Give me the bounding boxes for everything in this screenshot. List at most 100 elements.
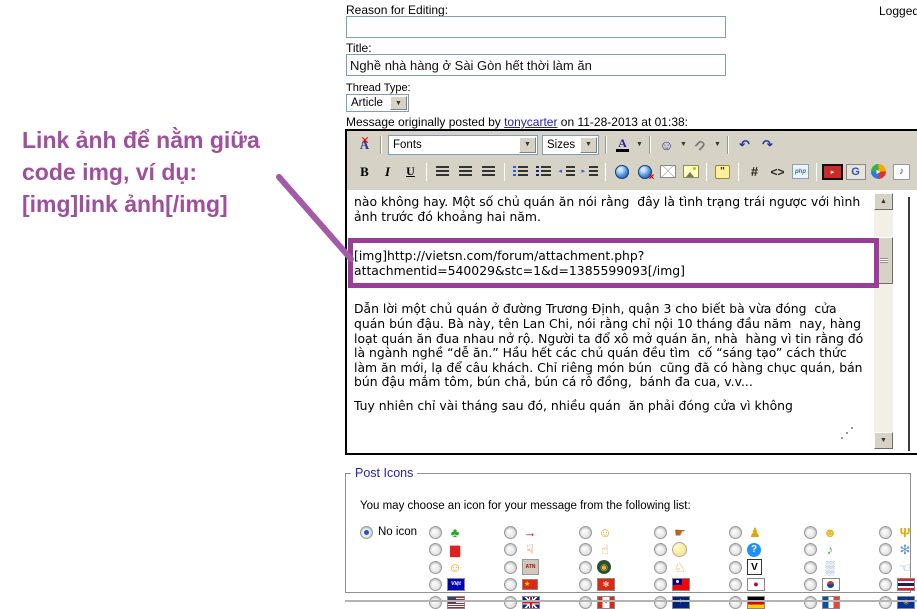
post-icon-option[interactable]: ✻ — [879, 542, 913, 558]
scroll-down-icon[interactable]: ▼ — [874, 432, 893, 449]
post-icon-radio[interactable] — [804, 596, 817, 609]
post-icon-option[interactable]: ◉ — [579, 559, 611, 575]
author-link[interactable]: tonycarter — [504, 115, 557, 129]
post-icon-radio[interactable] — [579, 596, 592, 609]
post-icon-option[interactable]: ★ — [504, 577, 538, 593]
post-icon-radio[interactable] — [504, 561, 517, 574]
post-icon-radio[interactable] — [654, 578, 667, 591]
quote-button[interactable]: " — [712, 161, 733, 182]
align-right-button[interactable] — [478, 161, 499, 182]
html-button[interactable]: <> — [767, 161, 788, 182]
post-icon-option[interactable]: ☺ — [579, 524, 613, 540]
post-icon-option[interactable] — [654, 577, 690, 593]
code-button[interactable]: # — [744, 161, 765, 182]
outdent-button[interactable]: ◂ — [556, 161, 577, 182]
post-icon-option[interactable]: ☝ — [579, 542, 613, 558]
post-icon-option[interactable]: ☻ — [804, 524, 838, 540]
editor-textarea[interactable]: nào không hay. Một số chủ quán ăn nói rằ… — [354, 193, 871, 453]
music-button[interactable]: ♪ — [891, 161, 912, 182]
post-icon-radio[interactable] — [654, 561, 667, 574]
post-icon-option[interactable]: ? — [729, 542, 761, 558]
post-icon-radio[interactable] — [579, 543, 592, 556]
post-icon-option[interactable]: V — [729, 559, 762, 575]
font-select[interactable]: Fonts▼ — [388, 135, 538, 155]
post-icon-radio[interactable] — [879, 578, 892, 591]
post-icon-radio[interactable] — [879, 543, 892, 556]
post-icon-option[interactable]: ▆ — [429, 542, 463, 558]
post-icon-radio[interactable] — [729, 543, 742, 556]
underline-button[interactable]: U — [400, 161, 421, 182]
post-icon-option[interactable]: → — [504, 524, 538, 540]
post-icon-radio[interactable] — [804, 578, 817, 591]
attachment-button[interactable]: U — [690, 134, 711, 155]
insert-image-button[interactable] — [680, 161, 701, 182]
undo-button[interactable]: ↶ — [734, 134, 755, 155]
post-icon-radio[interactable] — [504, 578, 517, 591]
post-icon-radio[interactable] — [804, 526, 817, 539]
editor-scrollbar[interactable]: ▲ ▼ — [874, 193, 893, 449]
post-icon-radio[interactable] — [729, 578, 742, 591]
php-button[interactable]: php — [790, 161, 811, 182]
chevron-down-icon[interactable]: ▼ — [390, 96, 407, 110]
size-select[interactable]: Sizes▼ — [542, 135, 599, 155]
post-icon-radio[interactable] — [504, 543, 517, 556]
post-icon-option[interactable]: ✻ — [579, 577, 615, 593]
post-icon-radio[interactable] — [654, 543, 667, 556]
scroll-up-icon[interactable]: ▲ — [874, 193, 893, 210]
chevron-down-icon[interactable]: ▼ — [580, 137, 597, 153]
post-icon-radio[interactable] — [429, 596, 442, 609]
post-icon-option[interactable]: ☜ — [879, 559, 913, 575]
post-icon-radio[interactable] — [429, 578, 442, 591]
post-icon-option[interactable]: ● — [729, 577, 765, 593]
post-icon-radio[interactable] — [429, 526, 442, 539]
resize-grip-icon[interactable] — [841, 437, 843, 439]
post-icon-radio[interactable] — [429, 543, 442, 556]
italic-button[interactable]: I — [377, 161, 398, 182]
post-icon-radio[interactable] — [504, 596, 517, 609]
insert-email-button[interactable] — [657, 161, 678, 182]
post-icon-radio[interactable] — [429, 561, 442, 574]
google-video-button[interactable]: G — [845, 161, 866, 182]
media-player-button[interactable] — [868, 161, 889, 182]
remove-format-button[interactable]: A× — [354, 134, 375, 155]
title-input[interactable] — [346, 54, 726, 76]
post-icon-radio[interactable] — [579, 561, 592, 574]
font-color-button[interactable]: A — [612, 134, 633, 155]
insert-link-button[interactable] — [611, 161, 632, 182]
align-center-button[interactable] — [455, 161, 476, 182]
unordered-list-button[interactable] — [533, 161, 554, 182]
chevron-down-icon[interactable]: ▼ — [519, 137, 536, 153]
post-icon-option[interactable]: ▒ — [804, 559, 838, 575]
post-icon-option[interactable]: Việt — [429, 577, 465, 593]
post-icon-radio[interactable] — [654, 526, 667, 539]
smilies-button[interactable]: ☺ — [656, 134, 677, 155]
post-icon-radio[interactable] — [879, 596, 892, 609]
post-icon-radio[interactable] — [879, 526, 892, 539]
post-icon-radio[interactable] — [804, 561, 817, 574]
youtube-button[interactable]: ▸ — [822, 161, 843, 182]
post-icon-radio[interactable] — [804, 543, 817, 556]
post-icon-radio[interactable] — [579, 578, 592, 591]
indent-button[interactable]: ▸ — [579, 161, 600, 182]
post-icon-radio[interactable] — [504, 526, 517, 539]
post-icon-radio[interactable] — [729, 596, 742, 609]
font-color-dropdown[interactable]: ▼ — [634, 134, 645, 155]
no-icon-radio[interactable] — [360, 526, 373, 539]
post-icon-option[interactable]: ☛ — [654, 524, 688, 540]
post-icon-option[interactable]: Ψ — [879, 524, 913, 540]
post-icon-option[interactable] — [654, 542, 687, 558]
post-icon-radio[interactable] — [879, 561, 892, 574]
post-icon-option[interactable]: ATN — [504, 559, 539, 575]
post-icon-option[interactable]: ♣ — [429, 524, 463, 540]
align-left-button[interactable] — [432, 161, 453, 182]
attachment-dropdown[interactable]: ▼ — [712, 134, 723, 155]
post-icon-option[interactable]: ♟ — [729, 524, 763, 540]
redo-button[interactable]: ↷ — [757, 134, 778, 155]
post-icon-option[interactable]: ☺ — [429, 559, 463, 575]
smilies-dropdown[interactable]: ▼ — [678, 134, 689, 155]
unlink-button[interactable]: × — [634, 161, 655, 182]
ordered-list-button[interactable] — [510, 161, 531, 182]
post-icon-radio[interactable] — [729, 526, 742, 539]
post-icon-option[interactable]: ♪ — [804, 542, 838, 558]
post-icon-radio[interactable] — [654, 596, 667, 609]
